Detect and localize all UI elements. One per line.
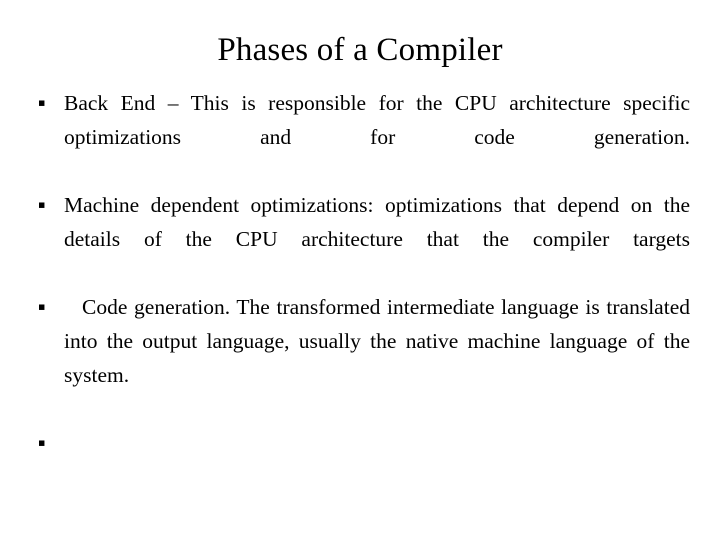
list-item-text-value: Code generation. The transformed interme… [64, 295, 690, 387]
list-item: ▪ Code generation. The transformed inter… [30, 290, 690, 426]
square-bullet-icon: ▪ [38, 198, 46, 211]
list-item-text: Back End – This is responsible for the C… [64, 91, 690, 149]
list-item-text [64, 426, 690, 460]
list-item-text: Machine dependent optimizations: optimiz… [64, 193, 690, 251]
square-bullet-icon: ▪ [38, 436, 46, 449]
square-bullet-icon: ▪ [38, 300, 46, 313]
list-item-text: Code generation. The transformed interme… [64, 290, 690, 426]
list-item: ▪ [30, 426, 690, 460]
page-title: Phases of a Compiler [217, 32, 503, 68]
slide: Phases of a Compiler ▪ Back End – This i… [0, 0, 720, 540]
square-bullet-icon: ▪ [38, 96, 46, 109]
list-item: ▪ Back End – This is responsible for the… [30, 86, 690, 188]
bullet-list: ▪ Back End – This is responsible for the… [30, 86, 690, 460]
list-item: ▪ Machine dependent optimizations: optim… [30, 188, 690, 290]
